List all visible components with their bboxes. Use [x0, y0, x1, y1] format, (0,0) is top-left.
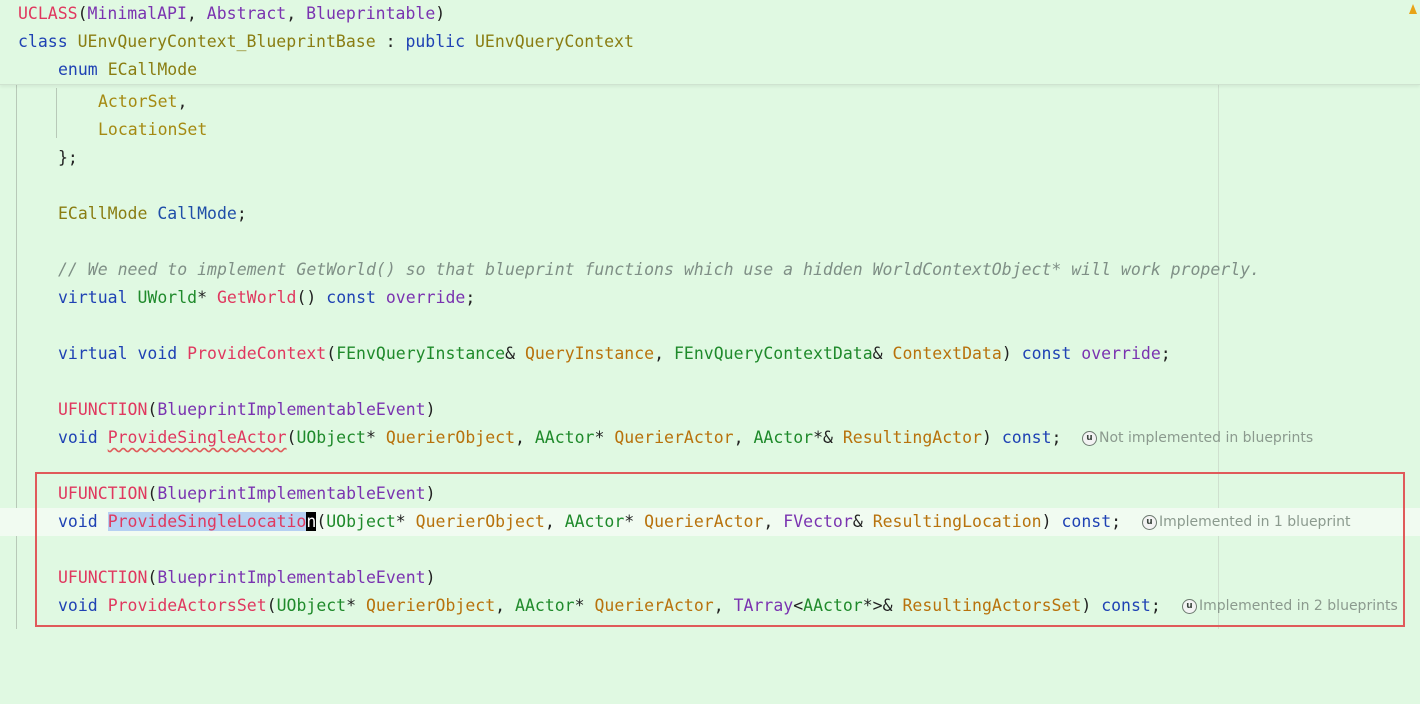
- unreal-icon: u: [1082, 430, 1097, 446]
- code-line-enum-decl: enum ECallMode: [58, 60, 198, 79]
- code-line-enum-value: LocationSet: [98, 120, 208, 139]
- code-line-callmode: ECallMode CallMode;: [58, 204, 247, 223]
- sticky-scope-header: UCLASS(MinimalAPI, Abstract, Blueprintab…: [0, 0, 1420, 85]
- text-caret: n: [306, 512, 317, 531]
- code-line-provide-context: virtual void ProvideContext(FEnvQueryIns…: [58, 344, 1171, 363]
- code-line-ufunction: UFUNCTION(BlueprintImplementableEvent): [58, 400, 436, 419]
- code-line-uclass: UCLASS(MinimalAPI, Abstract, Blueprintab…: [18, 4, 446, 23]
- code-line-ufunction: UFUNCTION(BlueprintImplementableEvent): [58, 484, 436, 503]
- code-line-comment: // We need to implement GetWorld() so th…: [58, 260, 1260, 279]
- code-line-provide-single-actor: void ProvideSingleActor(UObject* Querier…: [0, 424, 1420, 452]
- code-line-class-decl: class UEnvQueryContext_BlueprintBase : p…: [18, 32, 634, 51]
- macro-name: UCLASS: [18, 4, 78, 23]
- code-line-provide-actors-set: void ProvideActorsSet(UObject* QuerierOb…: [0, 592, 1420, 620]
- warning-icon[interactable]: [1409, 4, 1417, 14]
- blueprint-hint[interactable]: u Implemented in 2 blueprints: [1182, 592, 1398, 620]
- code-line-ufunction: UFUNCTION(BlueprintImplementableEvent): [58, 568, 436, 587]
- blueprint-hint[interactable]: u Implemented in 1 blueprint: [1142, 508, 1350, 536]
- unreal-icon: u: [1182, 598, 1197, 614]
- blueprint-hint[interactable]: u Not implemented in blueprints: [1082, 424, 1313, 452]
- code-line-enum-value: ActorSet,: [98, 92, 188, 111]
- code-line-enum-close: };: [58, 148, 78, 167]
- code-line-provide-single-location: void ProvideSingleLocation(UObject* Quer…: [0, 508, 1420, 536]
- selected-identifier[interactable]: ProvideSingleLocatio: [107, 512, 307, 531]
- code-editor[interactable]: UCLASS(MinimalAPI, Abstract, Blueprintab…: [0, 0, 1420, 629]
- class-name: UEnvQueryContext_BlueprintBase: [77, 32, 376, 51]
- code-line-getworld: virtual UWorld* GetWorld() const overrid…: [58, 288, 476, 307]
- unreal-icon: u: [1142, 514, 1157, 530]
